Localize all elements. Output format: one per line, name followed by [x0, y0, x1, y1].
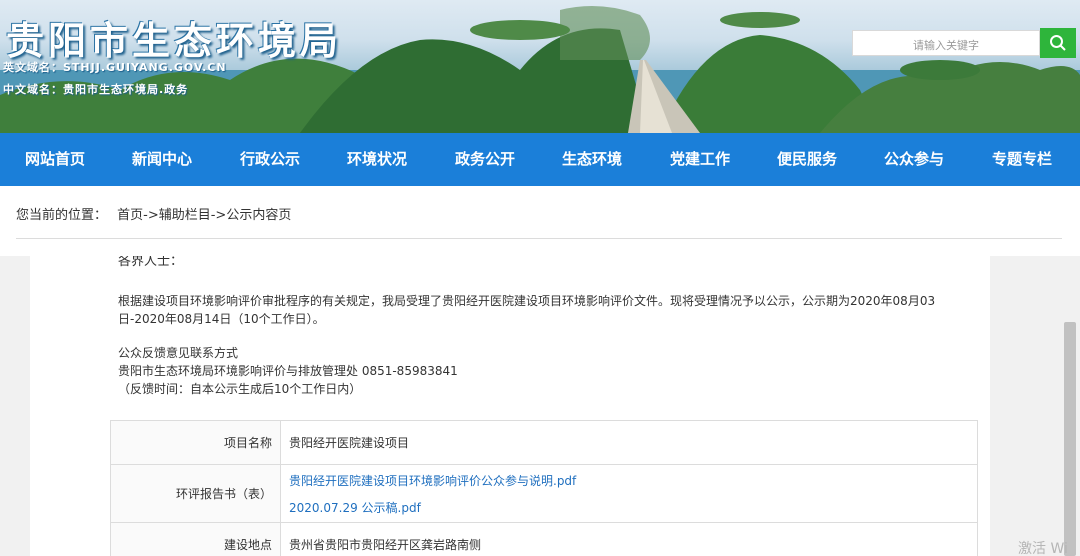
breadcrumb-prefix: 您当前的位置： — [16, 208, 108, 223]
report-links: 贵阳经开医院建设项目环境影响评价公众参与说明.pdf 2020.07.29 公示… — [280, 464, 978, 523]
header-banner: 贵阳市生态环境局 英文域名：STHJJ.GUIYANG.GOV.CN 中文域名：… — [0, 0, 1080, 133]
nav-item-public-service[interactable]: 便民服务 — [757, 133, 857, 186]
breadcrumb-path[interactable]: 首页->辅助栏目->公示内容页 — [117, 208, 291, 223]
site-title: 贵阳市生态环境局 — [6, 19, 343, 63]
english-domain: 英文域名：STHJJ.GUIYANG.GOV.CN — [3, 61, 227, 74]
search-button[interactable] — [1040, 28, 1076, 58]
breadcrumb-bar: 您当前的位置： 首页->辅助栏目->公示内容页 — [0, 186, 1080, 256]
location-label: 建设地点 — [110, 522, 281, 556]
report-link-participation[interactable]: 贵阳经开医院建设项目环境影响评价公众参与说明.pdf — [289, 472, 977, 489]
project-info-table: 项目名称 贵阳经开医院建设项目 环评报告书（表） 贵阳经开医院建设项目环境影响评… — [110, 420, 978, 556]
content-panel: 各界人士： 根据建设项目环境影响评价审批程序的有关规定，我局受理了贵阳经开医院建… — [30, 256, 990, 556]
nav-item-ecology[interactable]: 生态环境 — [542, 133, 642, 186]
scrollbar-thumb[interactable] — [1064, 322, 1076, 556]
cut-off-line: 各界人士： — [118, 256, 184, 269]
search-icon — [1050, 35, 1066, 51]
location-value: 贵州省贵阳市贵阳经开区龚岩路南侧 — [280, 522, 978, 556]
chinese-domain: 中文域名：贵阳市生态环境局.政务 — [3, 83, 189, 96]
report-label: 环评报告书（表） — [110, 464, 281, 523]
breadcrumb: 您当前的位置： 首页->辅助栏目->公示内容页 — [16, 204, 291, 223]
nav-item-environment-status[interactable]: 环境状况 — [327, 133, 427, 186]
notice-paragraph: 根据建设项目环境影响评价审批程序的有关规定，我局受理了贵阳经开医院建设项目环境影… — [118, 294, 936, 326]
search-input[interactable]: 请输入关键字 — [852, 30, 1040, 56]
nav-item-government-affairs[interactable]: 政务公开 — [435, 133, 535, 186]
table-row: 项目名称 贵阳经开医院建设项目 — [110, 420, 978, 465]
divider — [16, 238, 1062, 239]
activation-watermark: 激活 Wi — [1018, 541, 1068, 556]
contact-note: （反馈时间：自本公示生成后10个工作日内） — [118, 382, 362, 396]
nav-item-public-participation[interactable]: 公众参与 — [864, 133, 964, 186]
nav-item-home[interactable]: 网站首页 — [5, 133, 105, 186]
nav-item-special-topics[interactable]: 专题专栏 — [972, 133, 1072, 186]
table-row: 建设地点 贵州省贵阳市贵阳经开区龚岩路南侧 — [110, 522, 978, 556]
table-row: 环评报告书（表） 贵阳经开医院建设项目环境影响评价公众参与说明.pdf 2020… — [110, 464, 978, 523]
contact-line: 贵阳市生态环境局环境影响评价与排放管理处 0851-85983841 — [118, 364, 458, 378]
contact-title: 公众反馈意见联系方式 — [118, 346, 239, 360]
nav-item-admin-notice[interactable]: 行政公示 — [220, 133, 320, 186]
nav-item-news[interactable]: 新闻中心 — [112, 133, 212, 186]
project-name-label: 项目名称 — [110, 420, 281, 465]
nav-item-party-building[interactable]: 党建工作 — [650, 133, 750, 186]
project-name-value: 贵阳经开医院建设项目 — [280, 420, 978, 465]
report-link-draft[interactable]: 2020.07.29 公示稿.pdf — [289, 499, 977, 516]
main-nav: 网站首页 新闻中心 行政公示 环境状况 政务公开 生态环境 党建工作 便民服务 … — [0, 133, 1080, 186]
